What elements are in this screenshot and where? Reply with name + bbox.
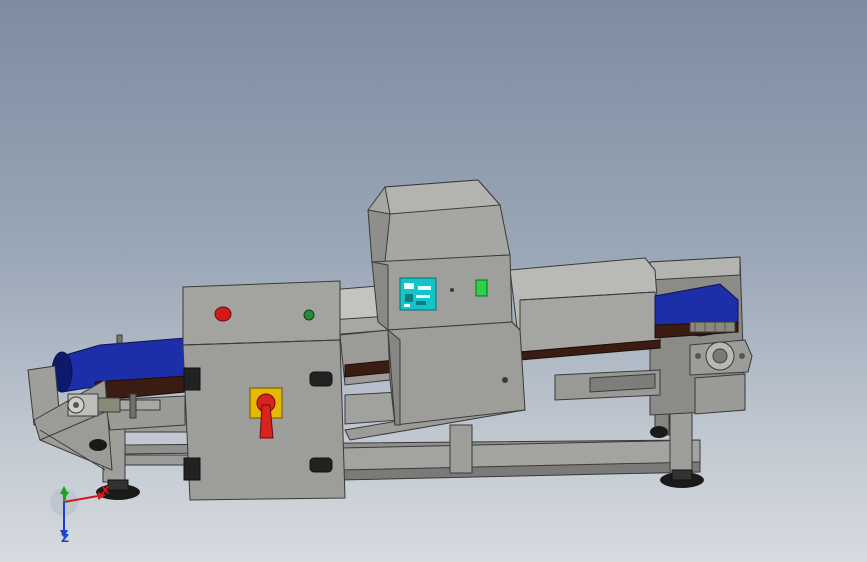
x-axis-label: X (101, 484, 110, 497)
cabinet-hinge-top (183, 367, 201, 391)
cabinet-hinge-bottom (183, 457, 201, 481)
metal-detector-head[interactable] (367, 179, 526, 426)
y-axis-label: Y (61, 490, 69, 503)
cabinet-latch-top[interactable] (309, 371, 333, 387)
stop-button[interactable] (214, 306, 232, 322)
start-button[interactable] (303, 309, 315, 321)
bearing-unit (689, 339, 753, 376)
detector-display-panel[interactable] (399, 277, 437, 311)
cabinet-latch-bottom[interactable] (309, 457, 333, 473)
indicator-dot (450, 288, 454, 292)
coordinate-triad: X Y Z (40, 480, 120, 550)
control-cabinet[interactable] (182, 280, 346, 501)
z-axis-label: Z (61, 532, 69, 545)
machine-model[interactable] (0, 0, 867, 562)
conveyor-right-section (509, 256, 753, 416)
green-indicator-light[interactable] (475, 279, 488, 297)
cad-viewport[interactable]: X Y Z (0, 0, 867, 562)
